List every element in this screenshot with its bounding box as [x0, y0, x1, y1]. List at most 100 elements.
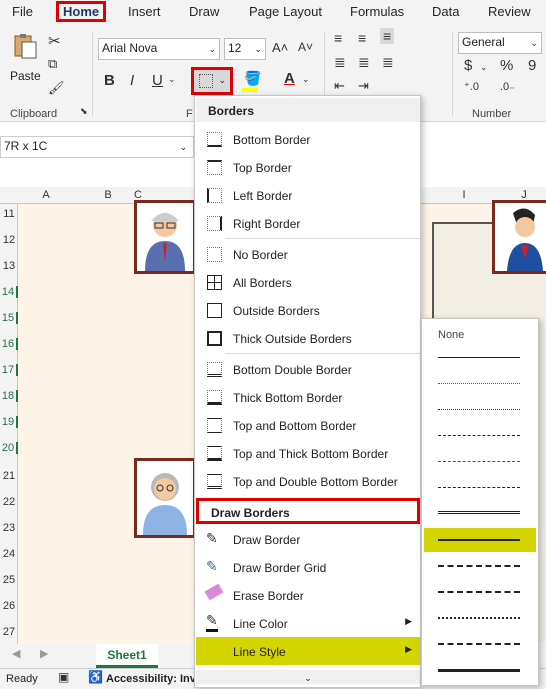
- row-header[interactable]: 24: [0, 548, 18, 560]
- format-painter-icon[interactable]: 🖌: [48, 80, 65, 96]
- font-name-box[interactable]: Arial Nova ⌄: [98, 38, 220, 60]
- align-bottom-icon[interactable]: ≡: [380, 28, 395, 44]
- tab-home[interactable]: Home: [56, 1, 107, 22]
- menu-item-erase-border[interactable]: Erase Border: [196, 581, 420, 609]
- menu-item-right-border[interactable]: Right Border: [196, 209, 420, 237]
- man-picture[interactable]: [492, 200, 546, 274]
- menu-item-left-border[interactable]: Left Border: [196, 181, 420, 209]
- menu-item-line-color[interactable]: ✎ Line Color ▶: [196, 609, 420, 637]
- status-accessibility[interactable]: Accessibility: Inv: [106, 673, 196, 685]
- italic-button[interactable]: I: [130, 72, 134, 89]
- menu-item-all-borders[interactable]: All Borders: [196, 268, 420, 296]
- row-header[interactable]: 25: [0, 574, 18, 586]
- row-header[interactable]: 27: [0, 626, 18, 638]
- tab-insert[interactable]: Insert: [128, 4, 161, 19]
- row-header[interactable]: 12: [0, 234, 18, 246]
- line-style-option[interactable]: [438, 435, 520, 436]
- row-header[interactable]: 13: [0, 260, 18, 272]
- row-header[interactable]: 21: [0, 470, 18, 482]
- tab-data[interactable]: Data: [432, 4, 459, 19]
- copy-icon[interactable]: ⧉: [48, 56, 57, 72]
- accessibility-icon[interactable]: ♿: [88, 670, 103, 684]
- decrease-decimal-icon[interactable]: .0₋: [500, 80, 515, 93]
- row-header[interactable]: 11: [0, 208, 18, 220]
- menu-item-thick-outside-borders[interactable]: Thick Outside Borders: [196, 324, 420, 352]
- row-header[interactable]: 23: [0, 522, 18, 534]
- cut-icon[interactable]: ✂: [48, 32, 61, 50]
- fill-color-icon[interactable]: 🪣: [244, 70, 261, 87]
- percent-button[interactable]: %: [500, 57, 513, 74]
- tab-review[interactable]: Review: [488, 4, 531, 19]
- line-style-none[interactable]: None: [438, 329, 464, 341]
- row-header[interactable]: 18: [0, 390, 18, 402]
- tab-file[interactable]: File: [12, 4, 33, 19]
- currency-dropdown-icon[interactable]: ⌄: [480, 62, 488, 73]
- increase-font-icon[interactable]: A˄: [272, 40, 288, 55]
- row-header[interactable]: 14: [0, 286, 18, 298]
- menu-item-top-border[interactable]: Top Border: [196, 153, 420, 181]
- line-style-option[interactable]: [438, 643, 520, 645]
- macro-recording-icon[interactable]: ▣: [58, 670, 69, 684]
- line-style-option[interactable]: [438, 357, 520, 358]
- name-box[interactable]: 7R x 1C ⌄: [0, 136, 194, 158]
- align-left-icon[interactable]: ≣: [334, 54, 346, 71]
- menu-item-outside-borders[interactable]: Outside Borders: [196, 296, 420, 324]
- increase-decimal-icon[interactable]: ⁺.0: [464, 80, 479, 93]
- sheet-tab-sheet1[interactable]: Sheet1: [96, 644, 158, 668]
- column-header-a[interactable]: A: [36, 189, 56, 201]
- paste-button[interactable]: Paste: [10, 69, 41, 83]
- font-color-icon[interactable]: A: [284, 70, 295, 87]
- clipboard-launcher-icon[interactable]: ⬊: [80, 106, 88, 117]
- menu-item-bottom-border[interactable]: Bottom Border: [196, 125, 420, 153]
- borders-dropdown-icon[interactable]: ⌄: [218, 75, 226, 86]
- line-style-option[interactable]: [438, 565, 520, 567]
- column-header-i[interactable]: I: [454, 189, 474, 201]
- line-style-option[interactable]: [438, 669, 520, 672]
- line-style-option[interactable]: [438, 409, 520, 410]
- menu-scroll-down[interactable]: ⌄: [196, 670, 420, 684]
- menu-item-top-and-bottom-border[interactable]: Top and Bottom Border: [196, 411, 420, 439]
- line-style-option[interactable]: [438, 461, 520, 462]
- currency-button[interactable]: $: [464, 57, 472, 74]
- number-format-box[interactable]: General ⌄: [458, 32, 542, 54]
- row-header[interactable]: 15: [0, 312, 18, 324]
- underline-button[interactable]: U: [152, 72, 163, 89]
- grandma-picture[interactable]: [134, 458, 196, 538]
- menu-item-no-border[interactable]: No Border: [196, 240, 420, 268]
- tab-page-layout[interactable]: Page Layout: [249, 4, 322, 19]
- menu-item-line-style[interactable]: Line Style ▶: [196, 637, 420, 665]
- row-header[interactable]: 17: [0, 364, 18, 376]
- comma-button[interactable]: 9: [528, 57, 536, 74]
- line-style-option[interactable]: [438, 591, 520, 593]
- font-size-box[interactable]: 12 ⌄: [224, 38, 266, 60]
- menu-item-draw-border[interactable]: ✎ Draw Border: [196, 525, 420, 553]
- row-header[interactable]: 20: [0, 442, 18, 454]
- line-style-option-selected[interactable]: [424, 528, 536, 552]
- row-header[interactable]: 19: [0, 416, 18, 428]
- tab-draw[interactable]: Draw: [189, 4, 219, 19]
- align-top-icon[interactable]: ≡: [334, 30, 342, 46]
- row-header[interactable]: 26: [0, 600, 18, 612]
- borders-button[interactable]: ⌄: [191, 67, 233, 95]
- menu-item-draw-border-grid[interactable]: ✎ Draw Border Grid: [196, 553, 420, 581]
- row-header[interactable]: 22: [0, 496, 18, 508]
- tab-formulas[interactable]: Formulas: [350, 4, 404, 19]
- underline-dropdown-icon[interactable]: ⌄: [168, 74, 176, 85]
- paste-icon[interactable]: [12, 32, 38, 60]
- line-style-option[interactable]: [438, 511, 520, 514]
- increase-indent-icon[interactable]: ⇥: [358, 78, 369, 94]
- decrease-font-icon[interactable]: A˅: [298, 40, 313, 54]
- row-header[interactable]: 16: [0, 338, 18, 350]
- align-right-icon[interactable]: ≣: [382, 54, 394, 71]
- menu-item-thick-bottom-border[interactable]: Thick Bottom Border: [196, 383, 420, 411]
- line-style-option[interactable]: [438, 487, 520, 488]
- menu-item-top-and-double-bottom-border[interactable]: Top and Double Bottom Border: [196, 467, 420, 495]
- scroll-left-icon[interactable]: ◀: [12, 647, 20, 660]
- font-color-dropdown-icon[interactable]: ⌄: [302, 74, 310, 85]
- column-header-b[interactable]: B: [98, 189, 118, 201]
- decrease-indent-icon[interactable]: ⇤: [334, 78, 345, 94]
- line-style-option[interactable]: [438, 383, 520, 384]
- menu-item-bottom-double-border[interactable]: Bottom Double Border: [196, 355, 420, 383]
- menu-item-top-and-thick-bottom-border[interactable]: Top and Thick Bottom Border: [196, 439, 420, 467]
- align-center-icon[interactable]: ≣: [358, 54, 370, 71]
